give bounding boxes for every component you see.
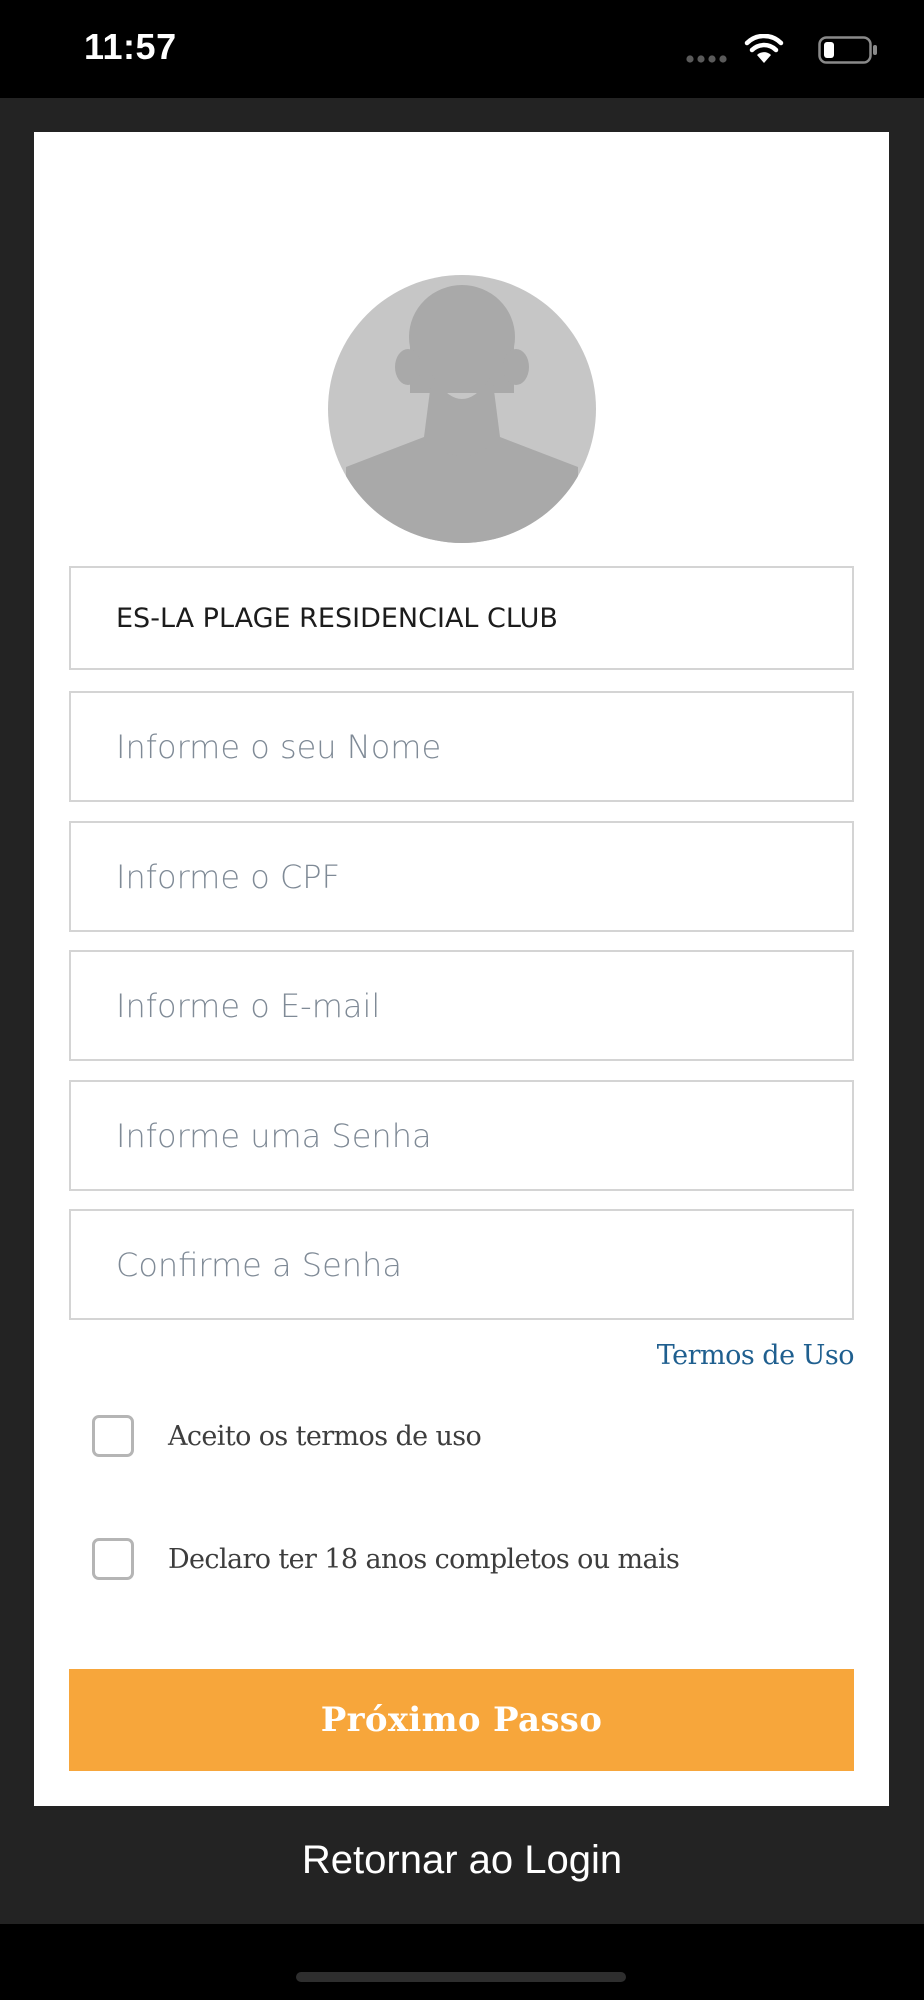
signal-icon (686, 55, 727, 63)
bottom-bar (0, 1924, 924, 2000)
status-time: 11:57 (84, 26, 177, 67)
avatar[interactable] (328, 275, 596, 543)
home-indicator[interactable] (296, 1972, 626, 1982)
age-declaration-row[interactable]: Declaro ter 18 anos completos ou mais (92, 1538, 680, 1580)
battery-icon (818, 36, 877, 64)
accept-terms-row[interactable]: Aceito os termos de uso (92, 1415, 482, 1457)
password-input[interactable]: Informe uma Senha (69, 1080, 854, 1191)
wifi-icon (744, 34, 784, 63)
status-bar: 11:57 (0, 0, 924, 98)
confirm-password-input[interactable]: Confirme a Senha (69, 1209, 854, 1320)
accept-terms-checkbox[interactable] (92, 1415, 134, 1457)
age-declaration-label: Declaro ter 18 anos completos ou mais (168, 1543, 680, 1575)
age-declaration-checkbox[interactable] (92, 1538, 134, 1580)
name-input[interactable]: Informe o seu Nome (69, 691, 854, 802)
cpf-input[interactable]: Informe o CPF (69, 821, 854, 932)
email-input[interactable]: Informe o E-mail (69, 950, 854, 1061)
back-to-login-link[interactable]: Retornar ao Login (0, 1838, 924, 1883)
accept-terms-label: Aceito os termos de uso (168, 1420, 482, 1452)
signup-card: ES-LA PLAGE RESIDENCIAL CLUB Informe o s… (34, 132, 889, 1806)
password-placeholder: Informe uma Senha (116, 1116, 432, 1155)
confirm-password-placeholder: Confirme a Senha (116, 1245, 402, 1284)
terms-of-use-link[interactable]: Termos de Uso (657, 1340, 855, 1371)
email-placeholder: Informe o E-mail (116, 986, 381, 1025)
next-step-button[interactable]: Próximo Passo (69, 1669, 854, 1771)
condominium-name: ES-LA PLAGE RESIDENCIAL CLUB (116, 602, 558, 634)
avatar-placeholder-icon (346, 285, 578, 543)
condominium-field: ES-LA PLAGE RESIDENCIAL CLUB (69, 566, 854, 670)
name-placeholder: Informe o seu Nome (116, 727, 442, 766)
cpf-placeholder: Informe o CPF (116, 857, 340, 896)
